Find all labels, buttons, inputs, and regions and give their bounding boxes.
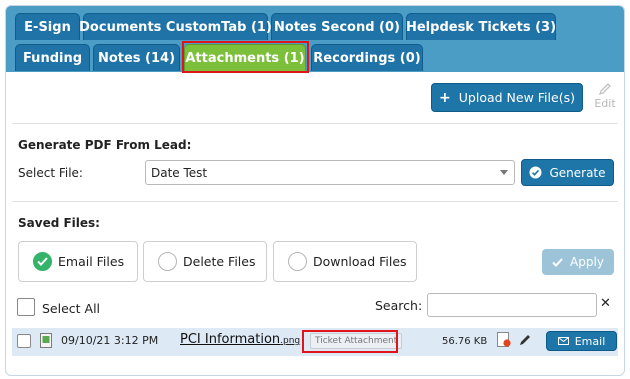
tab-label: Attachments (1) <box>185 50 305 66</box>
select-file-dropdown[interactable]: Date Test <box>145 160 515 185</box>
checkmark-icon <box>37 257 48 266</box>
file-name-link[interactable]: PCI Information.png <box>180 332 300 347</box>
search-input[interactable] <box>427 293 597 317</box>
apply-button[interactable]: Apply <box>542 249 614 275</box>
chevron-down-icon <box>500 170 508 175</box>
ticket-attachment-tag: Ticket Attachment <box>310 333 403 349</box>
email-files-option[interactable]: Email Files <box>18 241 138 282</box>
file-name: PCI Information <box>180 332 281 347</box>
option-label: Download Files <box>313 254 407 269</box>
select-all-label: Select All <box>42 301 101 316</box>
divider <box>12 123 618 124</box>
tab-label: Funding <box>22 50 83 66</box>
tab-label: Notes (14) <box>97 50 176 66</box>
tab-e-sign[interactable]: E-Sign <box>15 13 80 40</box>
edit-button[interactable]: Edit <box>590 82 620 114</box>
radio-selected <box>33 252 52 271</box>
pdf-icon[interactable] <box>497 332 511 348</box>
pencil-icon[interactable] <box>518 333 532 347</box>
edit-label: Edit <box>594 97 616 110</box>
tab-funding[interactable]: Funding <box>15 44 90 71</box>
checkmark-icon <box>552 257 563 267</box>
apply-label: Apply <box>570 255 604 269</box>
select-all-checkbox[interactable] <box>17 298 35 316</box>
option-label: Email Files <box>58 254 125 269</box>
email-label: Email <box>574 334 606 348</box>
tab-label: E-Sign <box>24 19 71 35</box>
radio-unselected <box>158 252 177 271</box>
file-image-icon <box>40 333 52 348</box>
tab-label: Documents CustomTab (1) <box>79 19 272 35</box>
file-date: 09/10/21 3:12 PM <box>61 334 159 347</box>
delete-files-option[interactable]: Delete Files <box>143 241 267 282</box>
row-checkbox[interactable] <box>17 334 31 348</box>
option-label: Delete Files <box>183 254 256 269</box>
generate-button[interactable]: Generate <box>521 159 614 186</box>
close-icon[interactable]: ✕ <box>600 296 611 311</box>
file-size: 56.76 KB <box>442 336 488 347</box>
radio-unselected <box>288 252 307 271</box>
upload-label: Upload New File(s) <box>458 90 575 105</box>
pencil-icon <box>598 83 611 96</box>
divider <box>12 201 618 202</box>
tab-recordings[interactable]: Recordings (0) <box>311 44 423 71</box>
generate-heading: Generate PDF From Lead: <box>18 138 192 152</box>
tab-notes[interactable]: Notes (14) <box>93 44 180 71</box>
table-row: 09/10/21 3:12 PM PCI Information.png Tic… <box>12 328 618 356</box>
file-ext: .png <box>280 336 301 346</box>
download-files-option[interactable]: Download Files <box>273 241 417 282</box>
select-file-label: Select File: <box>18 166 83 180</box>
tab-attachments[interactable]: Attachments (1) <box>184 44 306 71</box>
envelope-icon <box>557 337 569 345</box>
tab-notes-second[interactable]: Notes Second (0) <box>271 13 403 40</box>
tab-label: Recordings (0) <box>313 50 421 66</box>
upload-new-files-button[interactable]: + Upload New File(s) <box>431 83 583 112</box>
tab-documents-customtab[interactable]: Documents CustomTab (1) <box>79 13 272 40</box>
attachments-panel: E-Sign Documents CustomTab (1) Notes Sec… <box>5 5 625 376</box>
generate-label: Generate <box>549 165 606 180</box>
search-label: Search: <box>375 298 423 313</box>
tab-bar: E-Sign Documents CustomTab (1) Notes Sec… <box>6 6 624 72</box>
plus-icon: + <box>439 89 451 106</box>
email-button[interactable]: Email <box>546 331 617 351</box>
check-circle-icon <box>529 166 542 179</box>
select-file-value: Date Test <box>151 165 208 180</box>
tab-label: Notes Second (0) <box>274 19 400 35</box>
tab-label: Helpdesk Tickets (3) <box>405 19 557 35</box>
saved-files-heading: Saved Files: <box>18 216 100 230</box>
tab-helpdesk-tickets[interactable]: Helpdesk Tickets (3) <box>406 13 556 40</box>
